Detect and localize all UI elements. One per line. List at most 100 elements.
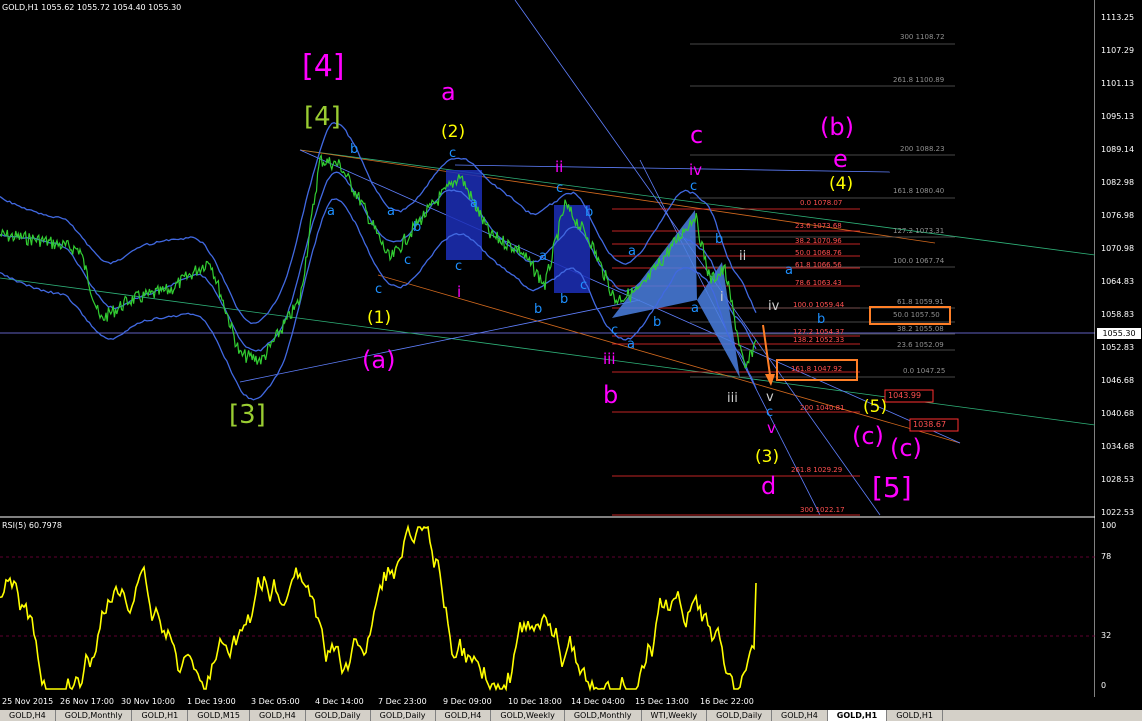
subwave-a: a	[785, 263, 793, 278]
fib-upper-23: 23.6 1052.09	[897, 341, 944, 349]
tab-chart[interactable]: GOLD,Daily	[371, 710, 436, 721]
fib-upper-261: 261.8 1100.89	[893, 76, 945, 84]
tab-chart[interactable]: GOLD,Monthly	[56, 710, 133, 721]
wave-label-i-pink: i	[457, 283, 462, 301]
subwave-a: a	[539, 249, 547, 264]
wave-label-i-white: i	[720, 290, 724, 305]
fib-lower-0: 0.0 1078.07	[800, 199, 843, 207]
time-tick: 10 Dec 18:00	[508, 697, 562, 706]
subwave-a: a	[628, 244, 636, 259]
subwave-c: c	[449, 146, 457, 161]
price-box-1-label: 1043.99	[888, 391, 922, 400]
wave-label-4-yellow: (4)	[829, 174, 854, 194]
tab-chart[interactable]: GOLD,Daily	[707, 710, 773, 721]
fib-lower-300: 300 1022.17	[800, 506, 845, 514]
fib-upper-50: 50.0 1057.50	[893, 311, 940, 319]
fib-upper-127: 127.2 1073.31	[893, 227, 945, 235]
fib-upper-161: 161.8 1080.40	[893, 187, 945, 195]
rsi-chart[interactable]	[0, 517, 1095, 697]
tab-chart[interactable]: WTI,Weekly	[642, 710, 708, 721]
wave-label-a: a	[441, 78, 456, 106]
time-tick: 16 Dec 22:00	[700, 697, 754, 706]
wave-label-v-pink: v	[767, 419, 776, 437]
price-tick: 1113.25	[1101, 13, 1135, 22]
rsi-tick: 100	[1101, 521, 1117, 530]
subwave-b: b	[715, 232, 724, 247]
wave-label-d: d	[761, 472, 777, 500]
current-price-marker: 1055.30	[1097, 328, 1141, 339]
wave-label-b-paren: (b)	[820, 113, 854, 141]
tab-chart[interactable]: GOLD,H4	[772, 710, 828, 721]
fib-lower-100: 100.0 1059.44	[793, 301, 845, 309]
wave-label-4-green: [4]	[304, 102, 341, 132]
subwave-a: a	[470, 196, 478, 211]
fib-upper-200: 200 1088.23	[900, 145, 945, 153]
fib-upper-38: 38.2 1055.08	[897, 325, 944, 333]
wave-label-iii-pink: iii	[603, 350, 616, 368]
price-tick: 1076.98	[1101, 211, 1135, 220]
fib-lower-261: 261.8 1029.29	[791, 466, 843, 474]
price-tick: 1095.13	[1101, 112, 1135, 121]
subwave-c: c	[455, 259, 463, 274]
wave-label-3-green: [3]	[229, 400, 266, 430]
symbol-header: GOLD,H1 1055.62 1055.72 1054.40 1055.30	[2, 3, 182, 12]
subwave-a: a	[691, 301, 699, 316]
fib-lower-23: 23.6 1073.68	[795, 222, 842, 230]
price-tick: 1082.98	[1101, 178, 1135, 187]
tab-chart[interactable]: GOLD,H1	[132, 710, 189, 721]
subwave-a: a	[627, 337, 635, 352]
tab-chart[interactable]: GOLD,H4	[250, 710, 306, 721]
wave-label-iii-white: iii	[727, 391, 738, 406]
time-tick: 9 Dec 09:00	[443, 697, 492, 706]
subwave-a: a	[327, 204, 335, 219]
tab-chart[interactable]: GOLD,Weekly	[491, 710, 565, 721]
wave-label-e: e	[833, 145, 848, 173]
rsi-tick: 0	[1101, 681, 1107, 690]
tab-chart[interactable]: GOLD,M15	[188, 710, 250, 721]
fib-upper-100: 100.0 1067.74	[893, 257, 945, 265]
price-tick: 1022.53	[1101, 508, 1135, 517]
subwave-b: b	[350, 142, 359, 157]
subwave-c: c	[580, 278, 588, 293]
wave-label-c-paren-2: (c)	[890, 434, 922, 462]
subwave-b: b	[534, 302, 543, 317]
price-tick: 1058.83	[1101, 310, 1135, 319]
fib-lower-50: 50.0 1068.76	[795, 249, 842, 257]
price-axis[interactable]: 1113.25 1107.29 1101.13 1095.13 1089.14 …	[1095, 0, 1142, 517]
tab-chart[interactable]: GOLD,H4	[0, 710, 56, 721]
wave-label-ii-white: ii	[739, 249, 747, 264]
wave-label-1-yellow: (1)	[367, 308, 392, 328]
time-tick: 7 Dec 23:00	[378, 697, 427, 706]
price-tick: 1046.68	[1101, 376, 1135, 385]
chart-tabs: GOLD,H4 GOLD,Monthly GOLD,H1 GOLD,M15 GO…	[0, 710, 1142, 721]
subwave-b: b	[653, 315, 662, 330]
tab-chart[interactable]: GOLD,Monthly	[565, 710, 642, 721]
subwave-c: c	[690, 179, 698, 194]
subwave-c: c	[611, 323, 619, 338]
tab-chart[interactable]: GOLD,H1	[887, 710, 943, 721]
wave-label-5-yellow: (5)	[863, 397, 888, 417]
rsi-tick: 32	[1101, 631, 1112, 640]
price-tick: 1107.29	[1101, 46, 1135, 55]
wave-label-ii-pink: ii	[555, 158, 564, 176]
price-tick: 1089.14	[1101, 145, 1135, 154]
wave-label-b: b	[603, 381, 619, 409]
fib-lower-200: 200 1040.81	[800, 404, 845, 412]
rsi-axis: 100 78 32 0	[1095, 517, 1142, 697]
price-tick: 1034.68	[1101, 442, 1135, 451]
rsi-tick: 78	[1101, 552, 1112, 561]
subwave-c: c	[766, 405, 774, 420]
wave-label-iv-white: iv	[768, 299, 780, 314]
price-tick: 1064.83	[1101, 277, 1135, 286]
fib-upper-61: 61.8 1059.91	[897, 298, 944, 306]
tab-chart[interactable]: GOLD,Daily	[306, 710, 371, 721]
tab-chart[interactable]: GOLD,H4	[436, 710, 492, 721]
price-tick: 1070.98	[1101, 244, 1135, 253]
subwave-b: b	[585, 205, 594, 220]
price-tick: 1028.53	[1101, 475, 1135, 484]
wave-label-2-yellow: (2)	[441, 122, 466, 142]
fib-upper-0: 0.0 1047.25	[903, 367, 946, 375]
price-tick: 1052.83	[1101, 343, 1135, 352]
tab-chart-active[interactable]: GOLD,H1	[827, 710, 888, 721]
price-tick: 1040.68	[1101, 409, 1135, 418]
